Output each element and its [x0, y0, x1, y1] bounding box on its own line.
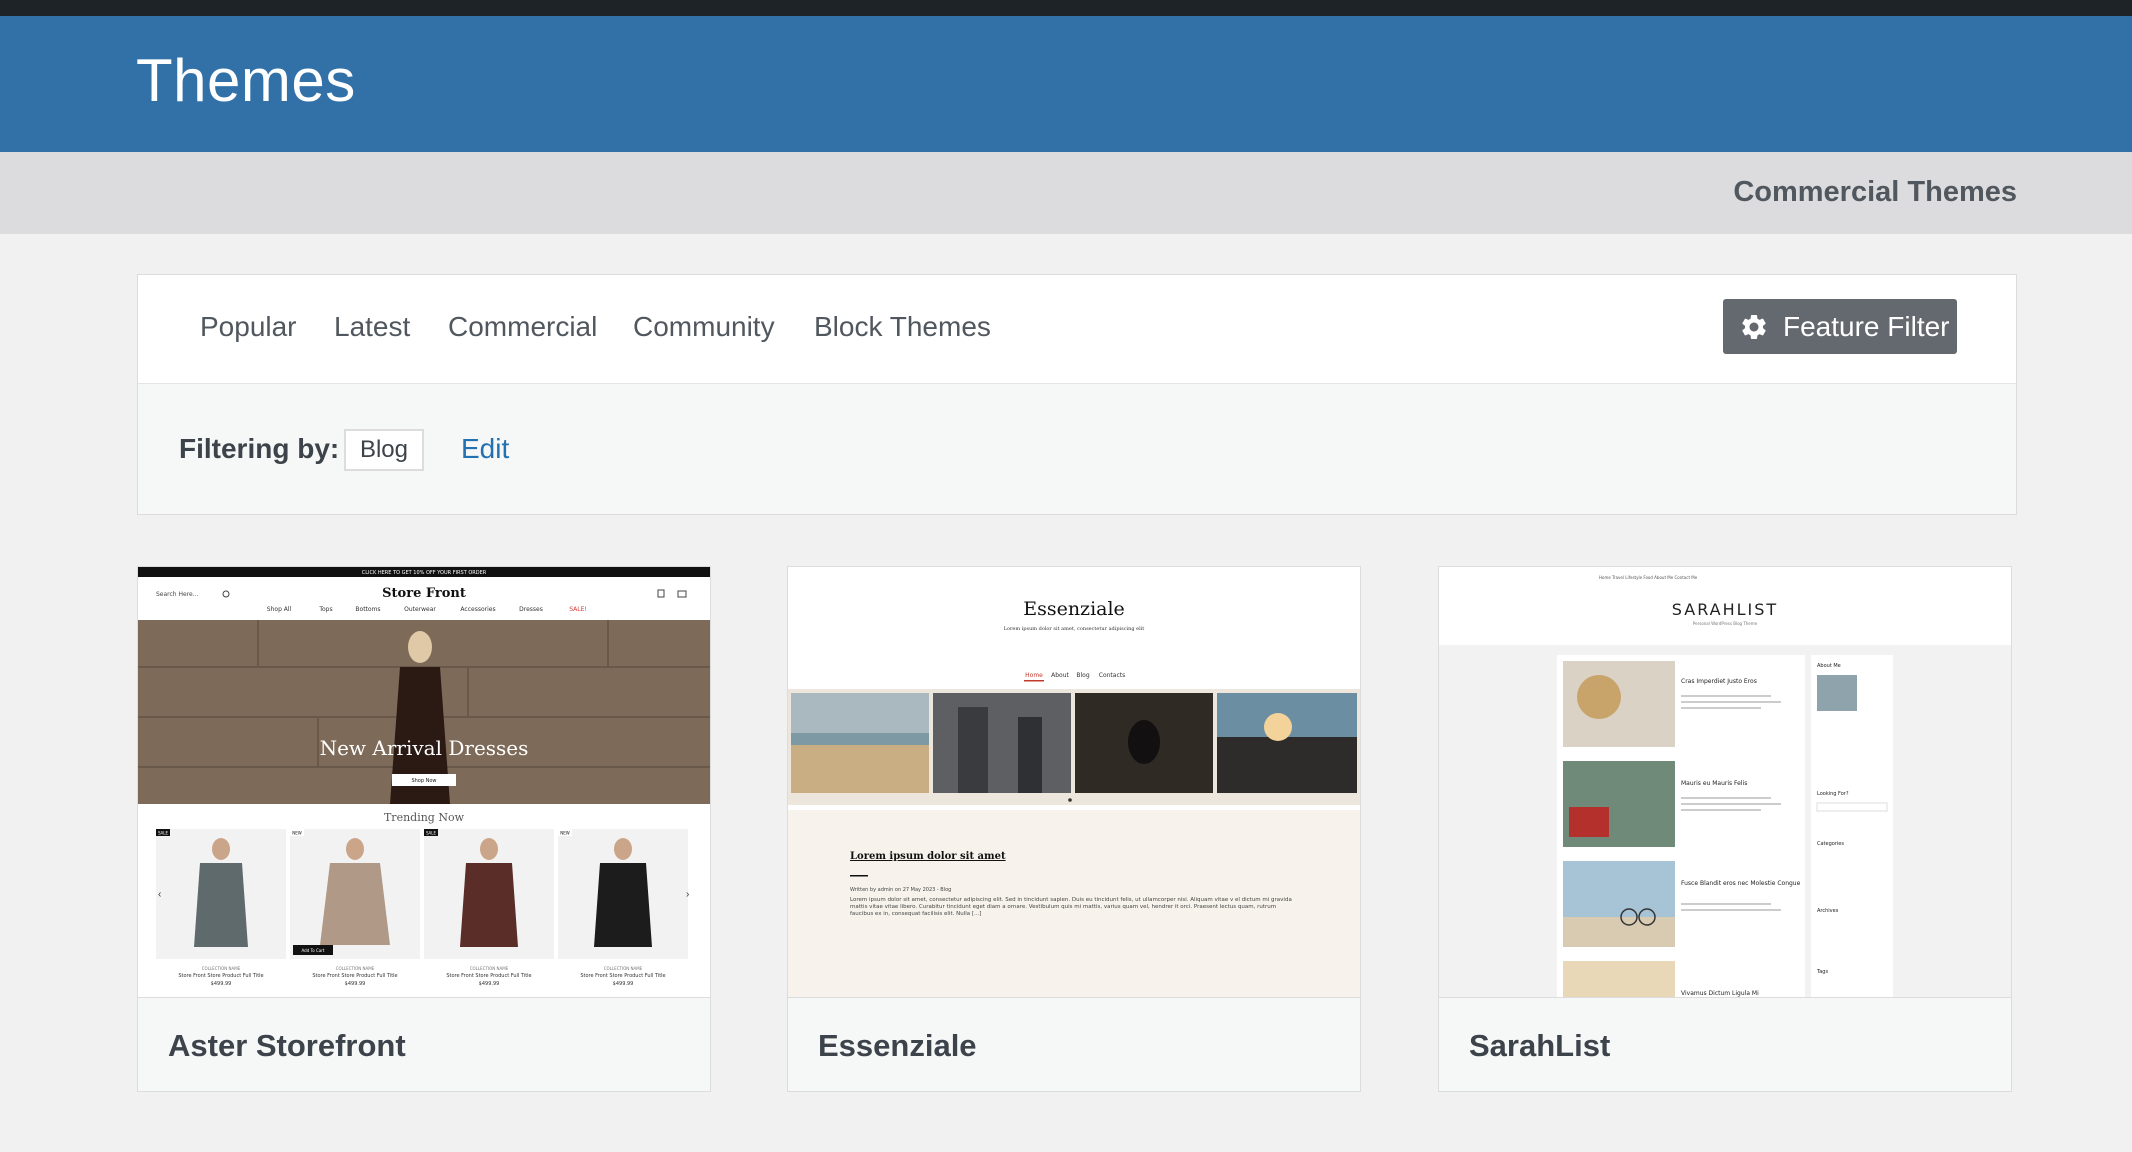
theme-name-bar: Aster Storefront [138, 997, 710, 1091]
post-title: Vivamus Dictum Ligula Mi [1681, 990, 1759, 997]
theme-name-bar: SarahList [1439, 997, 2011, 1091]
post-title: Fusce Blandit eros nec Molestie Congue [1681, 880, 1801, 887]
chevron-left-icon: ‹ [158, 889, 161, 900]
add-to-cart-button: Add To Cart [302, 948, 325, 953]
site-tagline: Lorem ipsum dolor sit amet, consectetur … [1004, 626, 1145, 632]
sidebar-widget-title: About Me [1817, 663, 1841, 669]
nav-item: Contacts [1099, 672, 1125, 679]
sidebar-widget-title: Categories [1817, 841, 1844, 847]
sidebar-widget-title: Archives [1817, 908, 1839, 914]
post-excerpt: Lorem ipsum dolor sit amet, consectetur … [850, 897, 1292, 917]
product-title: Store Front Store Product Full Title [580, 973, 665, 979]
product-collection: COLLECTION NAME [336, 966, 375, 971]
aster-storefront-preview: CLICK HERE TO GET 10% OFF YOUR FIRST ORD… [138, 567, 710, 997]
product-price: $499.99 [211, 981, 232, 987]
tab-commercial[interactable]: Commercial [448, 311, 597, 343]
chevron-right-icon: › [686, 889, 689, 900]
site-tagline: Personal WordPress Blog Theme [1693, 621, 1758, 626]
product-price: $499.99 [613, 981, 634, 987]
tab-popular[interactable]: Popular [200, 311, 297, 343]
store-logo: Store Front [382, 586, 466, 601]
product-title: Store Front Store Product Full Title [446, 973, 531, 979]
tab-block-themes[interactable]: Block Themes [814, 311, 991, 343]
product-price: $499.99 [479, 981, 500, 987]
product-badge: SALE [426, 831, 437, 836]
nav-item: Outerwear [404, 606, 436, 613]
section-heading: Trending Now [384, 811, 465, 824]
admin-top-bar [0, 0, 2132, 16]
theme-name: SarahList [1469, 1028, 1611, 1063]
site-title: SARAHLIST [1672, 600, 1778, 619]
nav-item: Dresses [519, 606, 543, 613]
tab-community[interactable]: Community [633, 311, 775, 343]
sidebar-widget-title: Tags [1816, 969, 1828, 975]
product-price: $499.99 [345, 981, 366, 987]
product-badge: NEW [292, 831, 302, 836]
essenziale-preview: Essenziale Lorem ipsum dolor sit amet, c… [788, 567, 1360, 997]
theme-name-bar: Essenziale [788, 997, 1360, 1091]
nav-item: Bottoms [355, 606, 380, 613]
product-collection: COLLECTION NAME [604, 966, 643, 971]
product-badge: NEW [560, 831, 570, 836]
post-meta: Written by admin on 27 May 2023 - Blog [850, 887, 951, 893]
sub-header-bar: Commercial Themes [0, 152, 2132, 234]
hero-button: Shop Now [411, 778, 436, 784]
sidebar-widget-title: Looking For? [1817, 791, 1849, 797]
nav-item: Blog [1076, 672, 1089, 679]
product-collection: COLLECTION NAME [202, 966, 241, 971]
post-title: Mauris eu Mauris Felis [1681, 780, 1747, 787]
product-badge: SALE [158, 831, 169, 836]
filtering-by-label: Filtering by: [179, 433, 340, 464]
commercial-themes-link[interactable]: Commercial Themes [1733, 176, 2017, 209]
nav-item: About [1051, 672, 1069, 679]
theme-screenshot: Home Travel Lifestyle Food About Me Cont… [1439, 567, 2011, 997]
tab-latest[interactable]: Latest [334, 311, 410, 343]
theme-card-sarahlist[interactable]: Home Travel Lifestyle Food About Me Cont… [1438, 566, 2012, 1092]
feature-filter-button[interactable]: Feature Filter [1723, 299, 1957, 354]
feature-filter-label: Feature Filter [1783, 310, 1950, 342]
theme-card-aster-storefront[interactable]: CLICK HERE TO GET 10% OFF YOUR FIRST ORD… [137, 566, 711, 1092]
theme-name: Aster Storefront [168, 1028, 406, 1063]
theme-tabs: Popular Latest Commercial Community Bloc… [138, 275, 2016, 384]
product-title: Store Front Store Product Full Title [178, 973, 263, 979]
sarahlist-preview: Home Travel Lifestyle Food About Me Cont… [1439, 567, 2011, 997]
search-text: Search Here... [156, 591, 199, 598]
theme-name: Essenziale [818, 1028, 977, 1063]
hero-heading: New Arrival Dresses [320, 736, 529, 760]
site-title: Essenziale [1023, 598, 1125, 620]
product-title: Store Front Store Product Full Title [312, 973, 397, 979]
page-title: Themes [136, 47, 356, 114]
nav-item: Accessories [460, 606, 495, 613]
post-title: Cras Imperdiet Justo Eros [1681, 678, 1757, 685]
theme-screenshot: CLICK HERE TO GET 10% OFF YOUR FIRST ORD… [138, 567, 710, 997]
promo-text: CLICK HERE TO GET 10% OFF YOUR FIRST ORD… [362, 570, 487, 576]
product-collection: COLLECTION NAME [470, 966, 509, 971]
theme-screenshot: Essenziale Lorem ipsum dolor sit amet, c… [788, 567, 1360, 997]
edit-filter-link[interactable]: Edit [461, 433, 509, 465]
theme-card-essenziale[interactable]: Essenziale Lorem ipsum dolor sit amet, c… [787, 566, 1361, 1092]
filter-chip-blog: Blog [344, 429, 424, 471]
post-title: Lorem ipsum dolor sit amet [850, 851, 1006, 862]
nav-item: SALE! [569, 606, 587, 613]
nav-item: Tops [318, 606, 332, 613]
gear-icon [1742, 314, 1766, 339]
theme-filter-panel: Popular Latest Commercial Community Bloc… [137, 274, 2017, 515]
nav-item: Home [1025, 672, 1043, 679]
nav-item: Shop All [267, 606, 292, 613]
page-header: Themes [0, 16, 2132, 152]
top-nav: Home Travel Lifestyle Food About Me Cont… [1599, 575, 1698, 580]
